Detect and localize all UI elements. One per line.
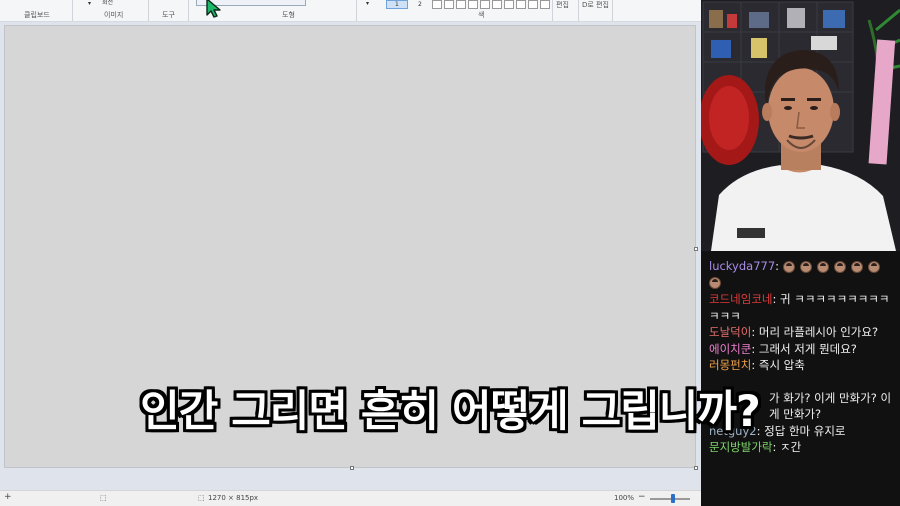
chat-message: 도날덕이: 머리 라플레시아 인가요?	[709, 325, 879, 339]
palette-swatch[interactable]	[456, 0, 466, 9]
live-chat-panel: luckyda777: 코드네임코네: 귀 ㅋㅋㅋㅋㅋㅋㅋㅋㅋㅋㅋㅋ 도날덕이:…	[701, 251, 900, 506]
palette-swatch[interactable]	[468, 0, 478, 9]
canvas-dimensions: 1270 × 815px	[208, 494, 259, 502]
chat-username[interactable]: luckyda777	[709, 259, 775, 273]
chat-message: 러몽펀치: 즉시 압축	[709, 358, 805, 372]
color1-label: 1	[395, 1, 399, 8]
emote-icon	[782, 260, 795, 273]
zoom-slider-thumb[interactable]	[671, 494, 675, 503]
ribbon-separator	[552, 0, 553, 21]
chat-text: 머리 라플레시아 인가요?	[758, 325, 879, 339]
selection-size-icon: ⬚	[100, 494, 107, 502]
palette-swatch[interactable]	[480, 0, 490, 9]
palette-swatch[interactable]	[516, 0, 526, 9]
chat-username[interactable]: 도날덕이	[709, 325, 751, 339]
chat-message: luckyda777:	[709, 258, 894, 291]
emote-icon	[709, 277, 721, 289]
emote-icon	[867, 260, 880, 273]
edit-3d-button[interactable]: D로 편집	[582, 0, 609, 10]
ribbon-separator	[148, 0, 149, 21]
ribbon-separator	[72, 0, 73, 21]
rotate-button[interactable]: 회전	[102, 0, 113, 6]
canvas-size-icon: ⬚	[198, 494, 205, 502]
ribbon-separator	[612, 0, 613, 21]
ribbon-group-tools: 도구	[162, 11, 175, 19]
ribbon-group-clipboard: 클립보드	[24, 11, 50, 19]
outline-dropdown-icon[interactable]: ▾	[366, 0, 369, 7]
ribbon-group-shapes: 도형	[282, 11, 295, 19]
emote-icon	[833, 260, 846, 273]
palette-swatch[interactable]	[492, 0, 502, 9]
ribbon-separator	[188, 0, 189, 21]
emote-icon	[799, 260, 812, 273]
resize-handle-corner[interactable]	[694, 466, 698, 470]
webcam-feed	[701, 0, 900, 251]
zoom-out-icon[interactable]: −	[638, 492, 646, 502]
chat-username[interactable]: 문지방발가락	[709, 440, 772, 454]
palette-swatch[interactable]	[432, 0, 442, 9]
dropdown-arrow-icon[interactable]: ▾	[88, 0, 91, 7]
emote-icon	[850, 260, 863, 273]
palette-swatch[interactable]	[444, 0, 454, 9]
chat-text: 그래서 저게 뭔데요?	[758, 341, 857, 356]
streamer-photo	[701, 0, 900, 251]
chat-message: 코드네임코네: 귀 ㅋㅋㅋㅋㅋㅋㅋㅋㅋㅋㅋㅋ	[709, 292, 890, 323]
palette-swatch[interactable]	[504, 0, 514, 9]
ribbon: 클립보드 ▾ 회전 이미지 도구 도형 ▾ 1 2 색 편집 D로 편집	[0, 0, 701, 22]
chat-username[interactable]: 러몽펀치	[709, 358, 751, 372]
resize-handle-bottom[interactable]	[350, 466, 354, 470]
chat-text: ㅈ간	[780, 440, 802, 454]
palette-swatch[interactable]	[528, 0, 538, 9]
ribbon-group-image: 이미지	[104, 11, 124, 19]
video-subtitle: 인간 그리면 흔히 어떻게 그립니까?	[140, 387, 761, 437]
zoom-level: 100%	[614, 494, 635, 502]
status-bar: + ⬚ ⬚ 1270 × 815px 100% −	[0, 490, 701, 506]
chat-username[interactable]: 코드네임코네	[709, 292, 772, 306]
emote-icon	[816, 260, 829, 273]
cursor-position-icon: +	[4, 492, 12, 502]
color2-label: 2	[418, 1, 422, 8]
chat-text: 즉시 압축	[758, 358, 805, 372]
chat-message: 에이치쿤: 그래서 저게 뭔데요?	[709, 341, 857, 356]
resize-handle-right[interactable]	[694, 246, 698, 251]
palette-swatch[interactable]	[540, 0, 550, 9]
ribbon-group-colors: 색	[478, 11, 485, 19]
cursor-arrow-icon	[206, 0, 221, 18]
chat-username[interactable]: 에이치쿤	[709, 342, 751, 356]
chat-message: 문지방발가락: ㅈ간	[709, 440, 802, 454]
zoom-slider-track[interactable]	[650, 498, 690, 500]
ribbon-separator	[356, 0, 357, 21]
edit-colors-button[interactable]: 편집	[556, 0, 569, 10]
ribbon-separator	[578, 0, 579, 21]
